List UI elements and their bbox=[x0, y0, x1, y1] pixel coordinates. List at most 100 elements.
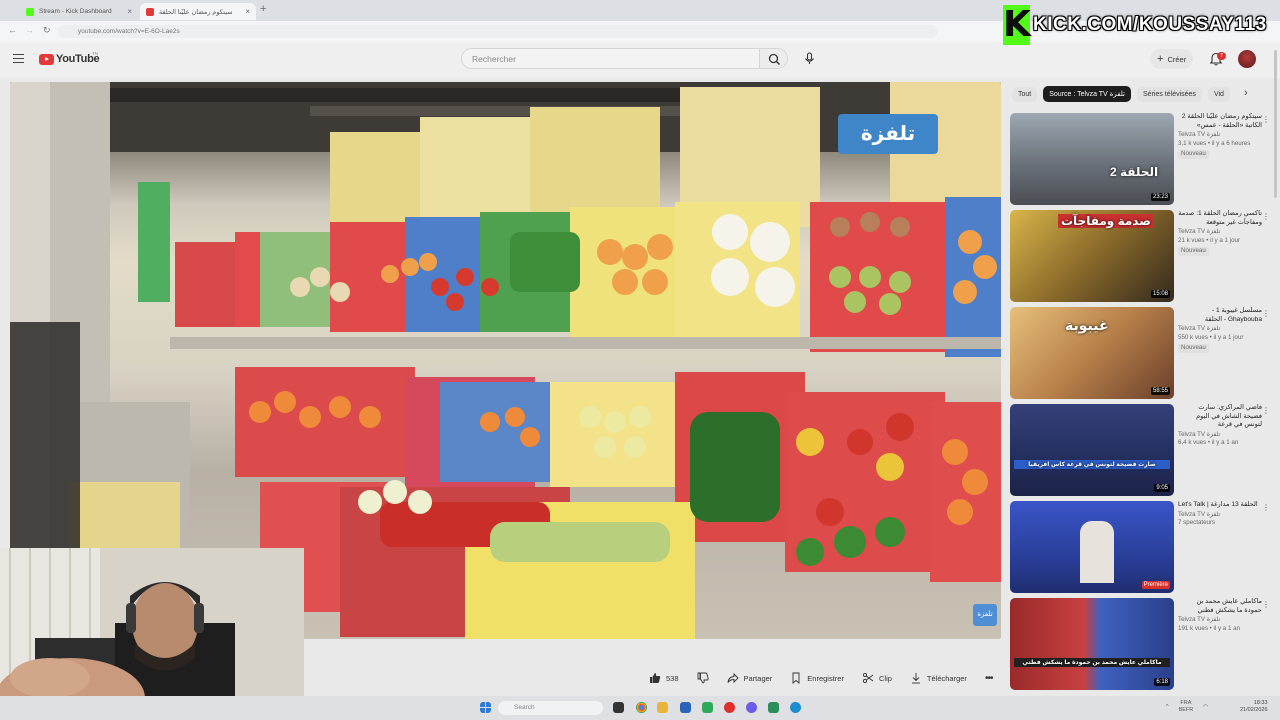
channel-name[interactable]: Telvza TV تلفزة bbox=[1178, 616, 1262, 625]
whatsapp-icon[interactable] bbox=[702, 702, 713, 713]
more-actions-button[interactable]: ••• bbox=[976, 668, 1002, 688]
recommended-video[interactable]: صدمة ومفاجآت 15:08 تاكسي رمضان الحلقة 1:… bbox=[1010, 210, 1270, 302]
close-icon[interactable]: × bbox=[127, 7, 132, 16]
new-tab-button[interactable]: + bbox=[260, 3, 266, 15]
chip-tv-series[interactable]: Séries télévisées bbox=[1137, 86, 1202, 102]
more-vertical-icon[interactable]: ⋮ bbox=[1262, 406, 1270, 415]
chevron-right-icon[interactable]: › bbox=[1244, 87, 1248, 99]
reload-icon[interactable]: ↻ bbox=[43, 25, 51, 36]
new-badge: Nouveau bbox=[1178, 247, 1209, 256]
language-indicator[interactable]: FRA BEFR bbox=[1179, 700, 1194, 714]
taskbar-search-input[interactable]: Search bbox=[498, 701, 603, 715]
video-actions-bar: 538 Partager Enregistrer Clip Télécharge… bbox=[640, 668, 1001, 688]
video-title[interactable]: مسلسل غيبوبة 1 - Ghaybouba - الحلقة bbox=[1178, 307, 1262, 324]
scrollbar-thumb[interactable] bbox=[1274, 50, 1277, 198]
taskbar-clock[interactable]: 18:33 21/02/2026 bbox=[1240, 700, 1268, 714]
more-vertical-icon[interactable]: ⋮ bbox=[1262, 503, 1270, 512]
close-icon[interactable]: × bbox=[245, 7, 250, 16]
video-thumbnail[interactable]: صارت فضيحة لتونس في قرعة كاس افريقيا 9:0… bbox=[1010, 404, 1174, 496]
thumbnail-text: صارت فضيحة لتونس في قرعة كاس افريقيا bbox=[1014, 460, 1170, 469]
thumbs-up-icon bbox=[650, 673, 661, 683]
thumbs-down-icon bbox=[697, 672, 709, 684]
like-button[interactable]: 538 bbox=[640, 668, 688, 688]
avatar[interactable] bbox=[1238, 50, 1256, 68]
create-button[interactable]: + Créer bbox=[1150, 49, 1194, 69]
back-icon[interactable]: ← bbox=[8, 25, 17, 35]
opera-icon[interactable] bbox=[724, 702, 735, 713]
task-view-icon[interactable] bbox=[613, 702, 624, 713]
recommended-video[interactable]: غيبوبة 58:55 مسلسل غيبوبة 1 - Ghaybouba … bbox=[1010, 307, 1270, 399]
file-explorer-icon[interactable] bbox=[657, 702, 668, 713]
windows-start-icon[interactable] bbox=[480, 702, 491, 713]
share-button[interactable]: Partager bbox=[718, 668, 782, 688]
kick-channel-url: KICK.COM/KOUSSAY113 bbox=[1033, 14, 1267, 35]
chip-all[interactable]: Tout bbox=[1012, 86, 1038, 102]
url-field[interactable]: youtube.com/watch?v=E-6O-Lae2s bbox=[58, 25, 938, 38]
recommended-video[interactable]: الحلقة 2 23:23 سيتكوم رمضان عليّنا الحلق… bbox=[1010, 113, 1270, 205]
forward-icon[interactable]: → bbox=[25, 25, 34, 35]
save-button[interactable]: Enregistrer bbox=[781, 668, 853, 688]
video-title[interactable]: تاكسي رمضان الحلقة 1: صدمة ومفاجآت غير م… bbox=[1178, 210, 1262, 227]
keyboard-layout: BEFR bbox=[1178, 707, 1194, 713]
browser-tab-kick[interactable]: Stream - Kick Dashboard × bbox=[20, 3, 138, 20]
dislike-button[interactable] bbox=[688, 668, 718, 688]
download-label: Télécharger bbox=[926, 673, 967, 683]
youtube-play-icon bbox=[39, 53, 54, 65]
edge-icon[interactable] bbox=[790, 702, 801, 713]
channel-name[interactable]: Telvza TV تلفزة bbox=[1178, 431, 1262, 440]
recommended-video[interactable]: ماكاملي عايش محمد بن حمودة ما يشكش فطني … bbox=[1010, 598, 1270, 690]
discord-icon[interactable] bbox=[746, 702, 757, 713]
scissors-icon bbox=[862, 672, 874, 684]
thumbnail-text: غيبوبة bbox=[1065, 317, 1109, 333]
video-thumbnail[interactable]: صدمة ومفاجآت 15:08 bbox=[1010, 210, 1174, 302]
chip-videos[interactable]: Vid bbox=[1207, 86, 1230, 102]
video-stats: 550 k vues • il y a 1 jour bbox=[1178, 333, 1244, 341]
video-thumbnail[interactable]: Première bbox=[1010, 501, 1174, 593]
youtube-logo[interactable]: YouTube bbox=[39, 53, 100, 65]
more-vertical-icon[interactable]: ⋮ bbox=[1262, 212, 1270, 221]
duration-badge: 6:18 bbox=[1154, 678, 1170, 686]
video-meta: ماكاملي عايش محمد بن حمودة ما يشكش فطني … bbox=[1178, 598, 1262, 633]
system-tray: ^ FRA BEFR ◠ bbox=[1166, 700, 1208, 714]
recommended-video[interactable]: Première Let's Talk | الحلقة 13 مدارغة T… bbox=[1010, 501, 1270, 593]
clip-label: Clip bbox=[878, 673, 892, 683]
voice-search-button[interactable] bbox=[801, 50, 818, 67]
store-icon[interactable] bbox=[680, 702, 691, 713]
channel-name[interactable]: Telvza TV تلفزة bbox=[1178, 131, 1262, 140]
browser-tab-youtube[interactable]: سيتكوم رمضان عليّنا الحلقة × bbox=[140, 3, 256, 20]
video-thumbnail[interactable]: ماكاملي عايش محمد بن حمودة ما يشكش فطني … bbox=[1010, 598, 1174, 690]
channel-watermark: تلفزة bbox=[838, 114, 938, 154]
video-thumbnail[interactable]: غيبوبة 58:55 bbox=[1010, 307, 1174, 399]
wifi-icon[interactable]: ◠ bbox=[1203, 704, 1208, 710]
search-button[interactable] bbox=[759, 48, 788, 69]
search-input[interactable]: Rechercher bbox=[461, 48, 759, 69]
premiere-badge: Première bbox=[1141, 581, 1170, 589]
menu-icon[interactable] bbox=[13, 54, 24, 63]
more-vertical-icon[interactable]: ⋮ bbox=[1262, 600, 1270, 609]
chevron-up-icon[interactable]: ^ bbox=[1166, 704, 1169, 710]
video-title[interactable]: Let's Talk | الحلقة 13 مدارغة bbox=[1178, 501, 1262, 510]
video-title[interactable]: فاضي المراكزي: سارت فضيحة الشاش في اليوم… bbox=[1178, 404, 1262, 430]
video-thumbnail[interactable]: الحلقة 2 23:23 bbox=[1010, 113, 1174, 205]
youtube-header: YouTube TN Rechercher + Créer bbox=[0, 42, 1280, 78]
video-meta: Let's Talk | الحلقة 13 مدارغة Telvza TV … bbox=[1178, 501, 1262, 528]
recommended-video[interactable]: صارت فضيحة لتونس في قرعة كاس افريقيا 9:0… bbox=[1010, 404, 1270, 496]
tab-title: Stream - Kick Dashboard bbox=[39, 8, 112, 15]
download-button[interactable]: Télécharger bbox=[901, 668, 976, 688]
kick-stream-overlay: K KICK.COM/KOUSSAY113 bbox=[1003, 5, 1267, 45]
thumbnail-text: الحلقة 2 bbox=[1110, 165, 1159, 179]
more-vertical-icon[interactable]: ⋮ bbox=[1262, 115, 1270, 124]
channel-name[interactable]: Telvza TV تلفزة bbox=[1178, 228, 1262, 237]
download-icon bbox=[911, 673, 920, 684]
chip-source[interactable]: Source : Telvza TV تلفزة bbox=[1043, 86, 1132, 102]
video-title[interactable]: ماكاملي عايش محمد بن حمودة ما يشكش فطني bbox=[1178, 598, 1263, 615]
new-badge: Nouveau bbox=[1178, 344, 1209, 353]
channel-name[interactable]: Telvza TV تلفزة bbox=[1178, 325, 1262, 334]
chrome-icon[interactable] bbox=[636, 702, 647, 713]
more-vertical-icon[interactable]: ⋮ bbox=[1262, 309, 1270, 318]
video-title[interactable]: سيتكوم رمضان عليّنا الحلقة 2 الكاتبة «ال… bbox=[1178, 113, 1262, 130]
channel-name[interactable]: Telvza TV تلفزة bbox=[1178, 511, 1262, 520]
app-icon[interactable] bbox=[768, 702, 779, 713]
video-stats: 3,1 k vues • il y a 6 heures bbox=[1178, 139, 1251, 147]
clip-button[interactable]: Clip bbox=[853, 668, 901, 688]
